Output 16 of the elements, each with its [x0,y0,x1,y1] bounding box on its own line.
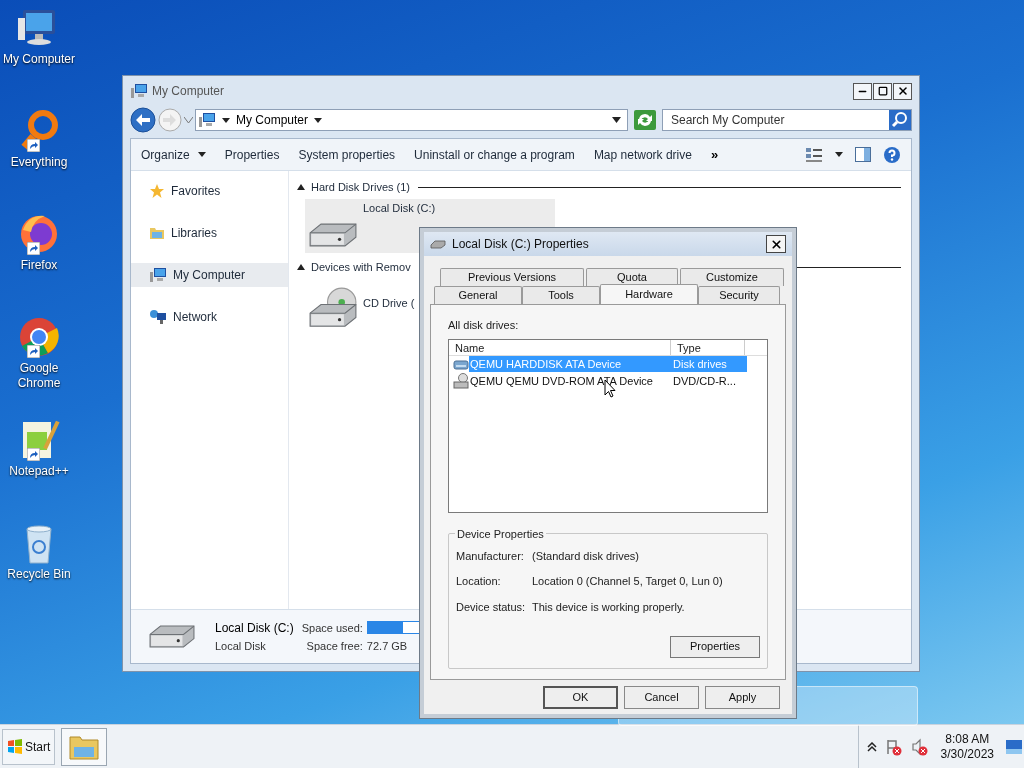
address-text: My Computer [236,112,309,129]
property-label: Manufacturer: [456,548,525,564]
property-label: Device status: [456,599,527,615]
details-name: Local Disk (C:) [215,619,294,637]
property-label: Location: [456,574,502,589]
space-used-label: Space used: [301,620,363,636]
space-free-value: 72.7 GB [366,638,409,654]
group-header: Devices with Remov [311,259,411,275]
window-title: My Computer [152,83,225,100]
list-label: All disk drives: [448,318,520,333]
group-header: Hard Disk Drives (1) [311,179,410,195]
property-value: (Standard disk drives) [532,548,640,564]
details-type: Local Disk [215,638,267,654]
property-value: This device is working properly. [532,599,686,615]
space-free-label: Space free: [305,638,363,654]
property-value: Location 0 (Channel 5, Target 0, Lun 0) [532,574,724,589]
